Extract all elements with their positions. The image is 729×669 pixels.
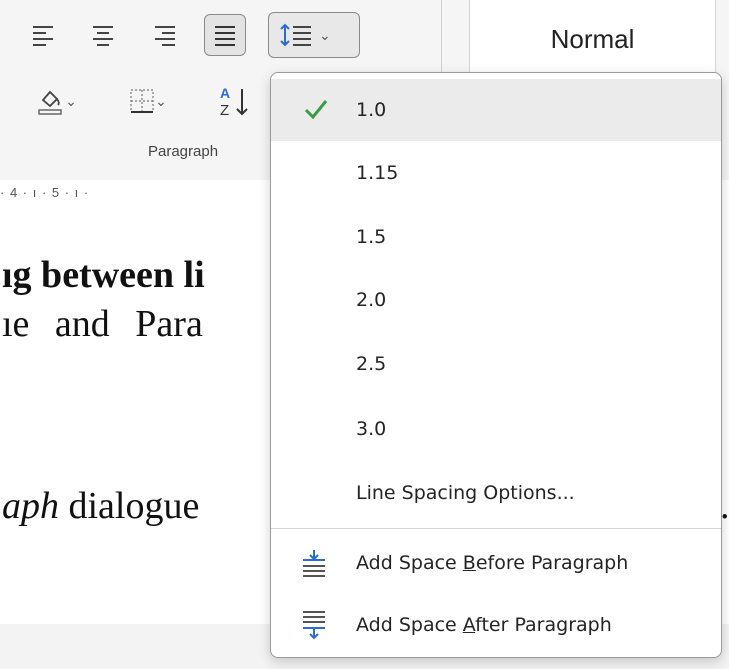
document-text-line: ıe and Para	[2, 303, 203, 345]
menu-item-label: Add Space Before Paragraph	[356, 552, 629, 574]
align-center-button[interactable]	[84, 16, 122, 54]
menu-item-label: Line Spacing Options...	[356, 482, 575, 504]
align-left-button[interactable]	[24, 16, 62, 54]
add-space-after-item[interactable]: Add Space After Paragraph	[271, 594, 721, 656]
document-italic-text: aph	[2, 485, 59, 527]
line-paragraph-spacing-icon	[280, 23, 311, 47]
document-text-line: aph dialogue	[2, 484, 199, 528]
menu-item-spacing-2-0[interactable]: 2.0	[271, 269, 721, 331]
align-center-icon	[93, 26, 113, 46]
align-right-button[interactable]	[146, 16, 184, 54]
justify-button[interactable]	[204, 14, 246, 56]
style-normal[interactable]: Normal	[469, 0, 716, 78]
svg-text:Z: Z	[220, 102, 229, 118]
line-spacing-menu: 1.0 1.15 1.5 2.0 2.5 3.0 Line Spacing Op…	[270, 72, 722, 658]
menu-item-label: 2.0	[356, 289, 387, 311]
menu-item-label: 1.5	[356, 226, 387, 248]
svg-text:A: A	[220, 85, 230, 101]
add-space-after-icon	[303, 611, 325, 640]
menu-item-spacing-3-0[interactable]: 3.0	[271, 398, 721, 460]
menu-item-label: 1.15	[356, 162, 399, 184]
menu-item-spacing-1-5[interactable]: 1.5	[271, 206, 721, 268]
horizontal-ruler[interactable]: · 4 · ı · 5 · ı ·	[0, 185, 272, 207]
align-right-icon	[155, 26, 175, 46]
shading-icon	[38, 90, 62, 115]
line-spacing-dropdown-button[interactable]: ⌄	[268, 12, 360, 58]
add-space-before-icon	[303, 550, 325, 577]
paragraph-group-label: Paragraph	[148, 143, 219, 160]
chevron-down-icon: ⌄	[155, 92, 167, 109]
menu-item-label: 1.0	[356, 99, 387, 121]
document-text: dialogue	[59, 485, 200, 527]
align-left-icon	[33, 26, 53, 46]
menu-item-label: 3.0	[356, 418, 387, 440]
chevron-down-icon: ⌄	[319, 26, 331, 43]
borders-button[interactable]: ⌄	[120, 82, 176, 120]
add-space-before-item[interactable]: Add Space Before Paragraph	[271, 532, 721, 594]
document-text-line: ıg between li	[2, 254, 205, 296]
sort-icon: AZ	[220, 85, 248, 118]
menu-item-spacing-1-0[interactable]: 1.0	[271, 79, 721, 141]
line-spacing-options-item[interactable]: Line Spacing Options...	[271, 462, 721, 524]
menu-item-spacing-2-5[interactable]: 2.5	[271, 333, 721, 395]
menu-item-label: 2.5	[356, 353, 387, 375]
justify-icon	[215, 26, 235, 46]
sort-button[interactable]: AZ	[206, 82, 268, 120]
chevron-down-icon: ⌄	[65, 92, 77, 109]
menu-item-label: Add Space After Paragraph	[356, 614, 612, 636]
checkmark-icon	[304, 100, 328, 120]
borders-icon	[130, 89, 154, 113]
menu-separator	[271, 528, 721, 529]
shading-button[interactable]: ⌄	[28, 82, 84, 120]
menu-item-spacing-1-15[interactable]: 1.15	[271, 142, 721, 204]
